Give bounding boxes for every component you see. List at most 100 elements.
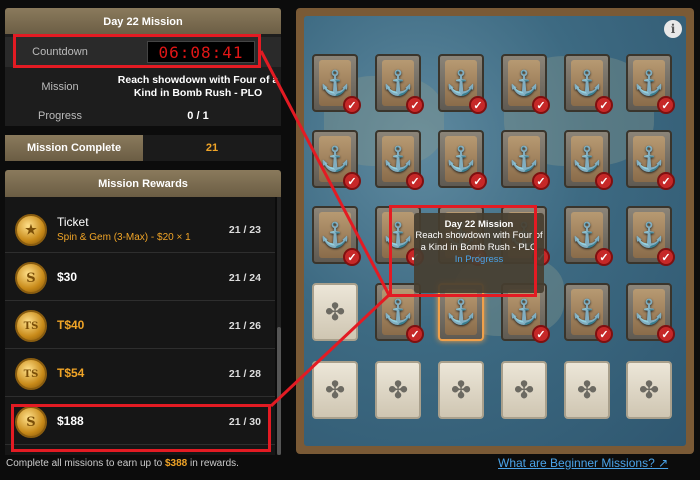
checkmark-icon: ✓ [595,248,613,266]
mission-tile[interactable]: ✤ [501,361,547,419]
world-map: ⚓✓⚓✓⚓✓⚓✓⚓✓⚓✓⚓✓⚓✓⚓✓⚓✓⚓✓⚓✓⚓✓⚓✓⚓✓⚓✓⚓✓⚓✓✤⚓✓⚓… [304,16,686,446]
mission-tile[interactable]: ⚓✓ [501,130,550,190]
progress-row: Progress 0 / 1 [5,106,281,126]
mission-tile[interactable]: ✤ [375,361,421,419]
checkmark-icon: ✓ [532,96,550,114]
mission-tile[interactable]: ✤ [312,361,358,419]
anchor-icon: ⚓ [445,289,477,335]
rewards-list[interactable]: ★ Ticket Spin & Gem (3-Max) - $20 × 1 21 / … [5,197,275,455]
reward-detail: Spin & Gem (3-Max) - $20 × 1 [57,232,191,243]
mission-complete-label: Mission Complete [5,135,143,161]
mission-tile[interactable]: ⚓✓ [438,54,487,114]
info-icon[interactable]: i [664,20,682,38]
reward-item: TS T$40 21 / 26 [5,303,275,349]
reward-item: ★ Ticket Spin & Gem (3-Max) - $20 × 1 21 / … [5,207,275,253]
checkmark-icon: ✓ [469,96,487,114]
mission-tile[interactable]: ⚓✓ [501,54,550,114]
reward-count: 21 / 26 [228,320,261,332]
footer-amount: $388 [164,458,188,469]
mission-text: Reach showdown with Four of a Kind in Bo… [117,74,279,99]
compass-icon: ✤ [450,376,472,404]
compass-icon: ✤ [576,376,598,404]
reward-item: S $188 21 / 30 [5,399,275,445]
mission-tile[interactable]: ✤ [626,361,672,419]
checkmark-icon: ✓ [595,172,613,190]
reward-count: 21 / 28 [228,368,261,380]
mission-tooltip: Day 22 Mission Reach showdown with Four … [414,213,544,293]
reward-name: $188 [57,414,84,428]
mission-tile[interactable]: ⚓✓ [626,54,675,114]
mission-tile[interactable]: ✤ [438,361,484,419]
reward-count: 21 / 24 [228,272,261,284]
mission-tile[interactable]: ⚓✓ [564,206,613,266]
countdown-row: Countdown 06:08:41 [5,37,281,67]
reward-item: S $30 21 / 24 [5,255,275,301]
checkmark-icon: ✓ [657,96,675,114]
checkmark-icon: ✓ [657,248,675,266]
mission-tile[interactable]: ✤ [312,283,358,341]
checkmark-icon: ✓ [532,325,550,343]
mission-complete-value: 21 [143,135,281,161]
checkmark-icon: ✓ [343,248,361,266]
beginner-missions-link[interactable]: What are Beginner Missions? ↗ [498,456,668,470]
mission-tile[interactable]: ⚓✓ [438,130,487,190]
mission-tile[interactable]: ⚓✓ [564,54,613,114]
checkmark-icon: ✓ [406,96,424,114]
mission-tile[interactable]: ⚓✓ [375,54,424,114]
mission-board: ⚓✓⚓✓⚓✓⚓✓⚓✓⚓✓⚓✓⚓✓⚓✓⚓✓⚓✓⚓✓⚓✓⚓✓⚓✓⚓✓⚓✓⚓✓✤⚓✓⚓… [296,8,694,454]
progress-label: Progress [37,110,83,122]
compass-icon: ✤ [324,376,346,404]
checkmark-icon: ✓ [406,325,424,343]
reward-item: TS T$54 21 / 28 [5,351,275,397]
mission-tile[interactable]: ✤ [564,361,610,419]
coin-icon: S [15,406,47,438]
footer-prefix: Complete all missions to earn up to [6,458,165,469]
checkmark-icon: ✓ [343,172,361,190]
checkmark-icon: ✓ [469,172,487,190]
mission-tile[interactable]: ⚓✓ [312,206,361,266]
mission-panel: Day 22 Mission Countdown 06:08:41 Missio… [0,0,288,469]
footer-text: Complete all missions to earn up to $388… [6,458,239,469]
reward-name: T$40 [57,318,85,332]
mission-tile[interactable]: ⚓✓ [564,130,613,190]
reward-count: 21 / 30 [228,416,261,428]
mission-tile[interactable]: ⚓✓ [626,206,675,266]
countdown-timer: 06:08:41 [147,41,255,63]
reward-name: Ticket [57,215,89,229]
mission-row: Mission Reach showdown with Four of a Ki… [5,68,281,106]
checkmark-icon: ✓ [595,325,613,343]
coin-icon: TS [15,358,47,390]
mission-tile[interactable]: ⚓✓ [626,283,675,343]
mission-tile[interactable]: ⚓✓ [564,283,613,343]
reward-count: 21 / 23 [228,224,261,236]
mission-tile[interactable]: ⚓✓ [375,130,424,190]
coin-icon: S [15,262,47,294]
mission-label: Mission [41,81,79,93]
mission-header: Day 22 Mission [5,8,281,35]
mission-tile[interactable]: ⚓✓ [312,130,361,190]
rewards-scrollbar[interactable] [277,197,281,455]
compass-icon: ✤ [324,298,346,326]
progress-value: 0 / 1 [187,110,209,122]
mission-details: Countdown 06:08:41 Mission Reach showdow… [5,34,281,126]
tooltip-title: Day 22 Mission [444,219,514,230]
tooltip-status: In Progress [454,254,504,265]
checkmark-icon: ✓ [406,172,424,190]
rewards-scroll-thumb[interactable] [277,327,281,455]
checkmark-icon: ✓ [343,96,361,114]
checkmark-icon: ✓ [657,325,675,343]
countdown-label: Countdown [32,46,88,58]
mission-complete: Mission Complete 21 [5,135,281,161]
ticket-coin-icon: ★ [15,214,47,246]
checkmark-icon: ✓ [532,172,550,190]
tooltip-description: Reach showdown with Four of a Kind in Bo… [415,230,543,253]
reward-name: T$54 [57,366,85,380]
footer-suffix: in rewards. [187,458,239,469]
compass-icon: ✤ [513,376,535,404]
reward-name: $30 [57,270,78,284]
checkmark-icon: ✓ [595,96,613,114]
mission-tile[interactable]: ⚓✓ [626,130,675,190]
mission-tile[interactable]: ⚓✓ [312,54,361,114]
rewards-header: Mission Rewards [5,170,281,197]
compass-icon: ✤ [387,376,409,404]
